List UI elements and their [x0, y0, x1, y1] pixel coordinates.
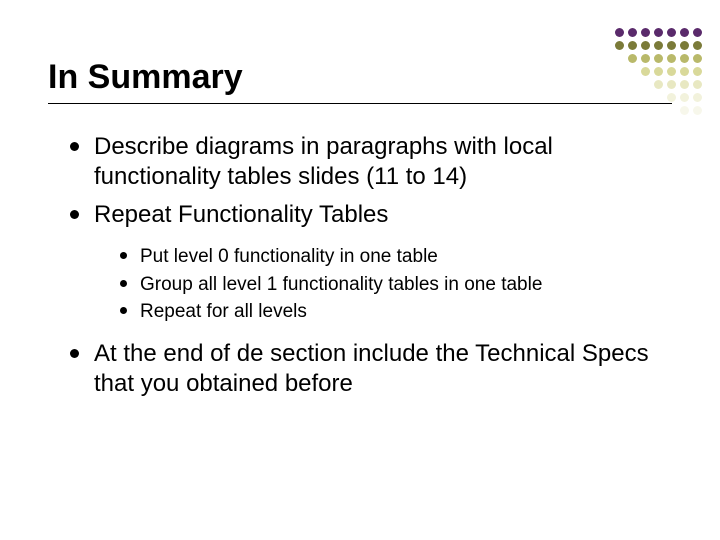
slide-title: In Summary — [48, 58, 672, 97]
sub-bullet-item: Group all level 1 functionality tables i… — [120, 272, 672, 298]
bullet-item: Repeat Functionality Tables Put level 0 … — [70, 200, 672, 325]
bullet-item: Describe diagrams in paragraphs with loc… — [70, 132, 672, 192]
title-underline — [48, 103, 672, 104]
slide-content: In Summary Describe diagrams in paragrap… — [0, 0, 720, 399]
bullet-list: Describe diagrams in paragraphs with loc… — [48, 132, 672, 399]
sub-bullet-item: Put level 0 functionality in one table — [120, 244, 672, 270]
corner-decoration — [615, 28, 702, 115]
sub-bullet-list: Put level 0 functionality in one table G… — [94, 244, 672, 325]
bullet-item: At the end of de section include the Tec… — [70, 339, 672, 399]
bullet-text: Repeat Functionality Tables — [94, 201, 388, 228]
sub-bullet-item: Repeat for all levels — [120, 299, 672, 325]
